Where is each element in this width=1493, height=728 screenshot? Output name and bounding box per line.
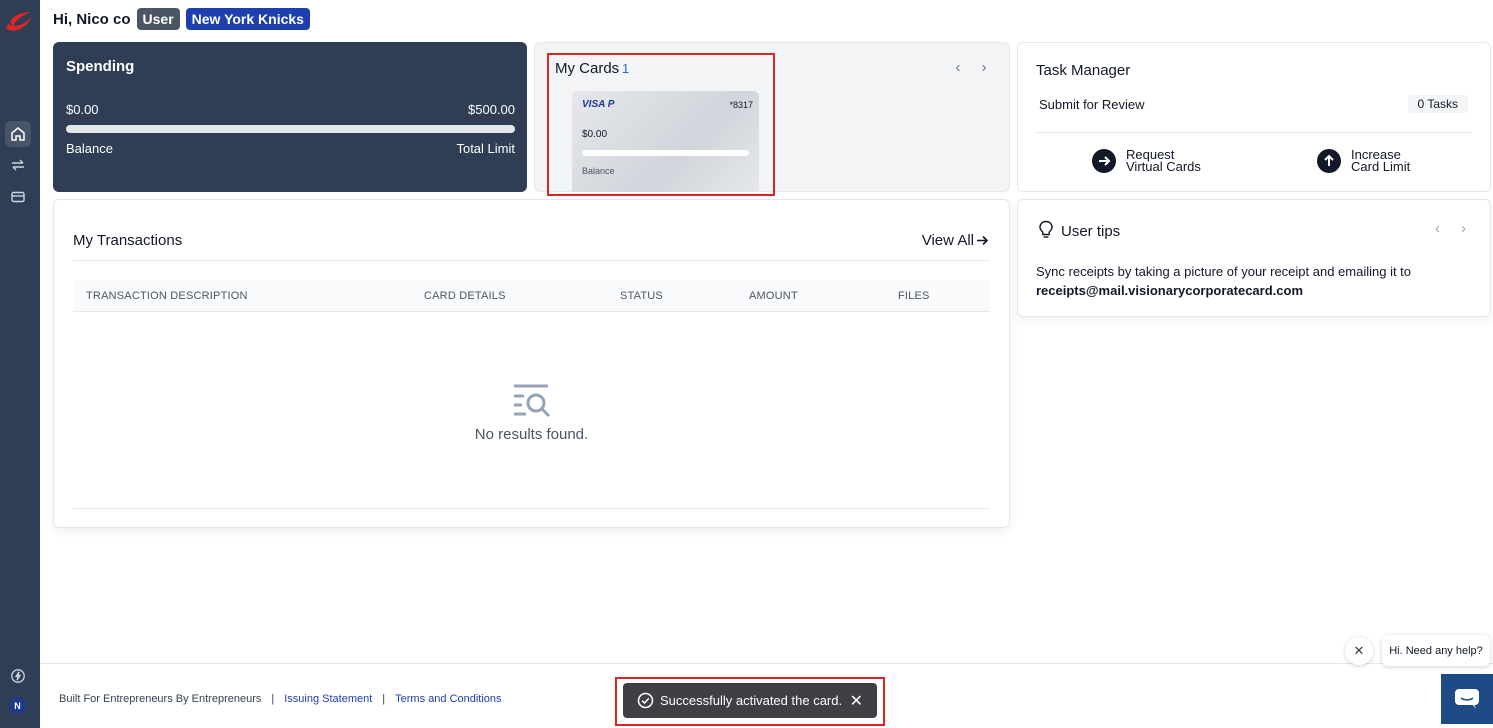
request-virtual-cards-label: Request Virtual Cards — [1126, 148, 1201, 174]
column-header: STATUS — [620, 290, 663, 302]
home-icon[interactable] — [5, 121, 31, 147]
increase-card-limit-button[interactable]: Increase Card Limit — [1317, 148, 1411, 174]
divider — [1036, 132, 1472, 133]
chevron-left-icon[interactable]: ‹ — [1435, 220, 1440, 237]
greeting-text: Hi, Nico co — [53, 10, 131, 28]
credit-card-icon[interactable] — [5, 184, 31, 210]
lightbulb-icon — [1039, 220, 1053, 238]
total-limit-label: Total Limit — [456, 141, 515, 156]
task-manager-title: Task Manager — [1036, 62, 1131, 79]
user-tips-body: Sync receipts by taking a picture of you… — [1036, 262, 1476, 300]
team-badge: New York Knicks — [185, 8, 310, 30]
transactions-panel: My Transactions View All TRANSACTION DES… — [53, 199, 1010, 528]
footer-tagline: Built For Entrepreneurs By Entrepreneurs — [59, 693, 262, 705]
view-all-link[interactable]: View All — [922, 232, 989, 249]
footer-divider — [40, 663, 1493, 664]
greeting-header: Hi, Nico co User New York Knicks — [53, 8, 310, 30]
column-header: AMOUNT — [749, 290, 798, 302]
footer: Built For Entrepreneurs By Entrepreneurs… — [59, 693, 502, 705]
sidebar: N — [0, 0, 40, 728]
arrow-up-circle-icon — [1317, 149, 1341, 173]
request-virtual-cards-button[interactable]: Request Virtual Cards — [1092, 148, 1201, 174]
column-header: FILES — [898, 290, 930, 302]
increase-card-limit-label: Increase Card Limit — [1351, 148, 1411, 174]
terms-link[interactable]: Terms and Conditions — [395, 693, 501, 705]
issuing-statement-link[interactable]: Issuing Statement — [284, 693, 372, 705]
arrow-right-icon — [977, 235, 989, 246]
highlight-box-cards — [547, 53, 775, 196]
arrow-right-circle-icon — [1092, 149, 1116, 173]
divider — [73, 508, 990, 509]
action-line2: Virtual Cards — [1126, 159, 1201, 174]
highlight-box-toast — [615, 677, 885, 726]
divider — [73, 260, 990, 261]
search-list-icon — [514, 384, 551, 418]
spending-title: Spending — [66, 58, 135, 75]
close-icon[interactable]: ✕ — [1345, 637, 1373, 665]
submit-for-review-label[interactable]: Submit for Review — [1039, 97, 1144, 112]
column-header: CARD DETAILS — [424, 290, 506, 302]
balance-label: Balance — [66, 141, 113, 156]
view-all-label: View All — [921, 232, 974, 249]
action-line2: Card Limit — [1351, 159, 1411, 174]
tasks-count-badge: 0 Tasks — [1407, 95, 1468, 113]
table-header: TRANSACTION DESCRIPTION CARD DETAILS STA… — [73, 280, 990, 312]
user-tips-panel: User tips ‹ › Sync receipts by taking a … — [1017, 199, 1491, 317]
tip-text: Sync receipts by taking a picture of you… — [1036, 264, 1412, 279]
user-tips-title: User tips — [1061, 223, 1121, 240]
help-bubble[interactable]: Hi. Need any help? — [1382, 635, 1490, 666]
column-header: TRANSACTION DESCRIPTION — [86, 290, 248, 302]
task-manager-panel: Task Manager Submit for Review 0 Tasks R… — [1017, 42, 1491, 192]
footer-separator: | — [271, 693, 275, 705]
chevron-right-icon[interactable]: › — [977, 59, 991, 76]
brand-swoosh-icon[interactable] — [4, 8, 34, 34]
receipt-email[interactable]: receipts@mail.visionarycorporatecard.com — [1036, 283, 1303, 298]
chevron-left-icon[interactable]: ‹ — [951, 59, 965, 76]
spending-card: Spending $0.00 $500.00 Balance Total Lim… — [53, 42, 527, 192]
spent-amount: $0.00 — [66, 102, 99, 117]
limit-amount: $500.00 — [468, 102, 515, 117]
lightning-icon[interactable] — [5, 663, 31, 689]
chevron-right-icon[interactable]: › — [1461, 220, 1466, 237]
empty-state-text: No results found. — [474, 426, 589, 443]
avatar[interactable]: N — [9, 697, 26, 714]
role-badge: User — [136, 8, 180, 30]
spending-progress-bar — [66, 125, 515, 133]
footer-separator: | — [382, 693, 386, 705]
chat-icon — [1455, 689, 1479, 709]
transfer-arrows-icon[interactable] — [5, 152, 31, 178]
chat-button[interactable] — [1441, 674, 1493, 724]
transactions-title: My Transactions — [73, 232, 183, 249]
